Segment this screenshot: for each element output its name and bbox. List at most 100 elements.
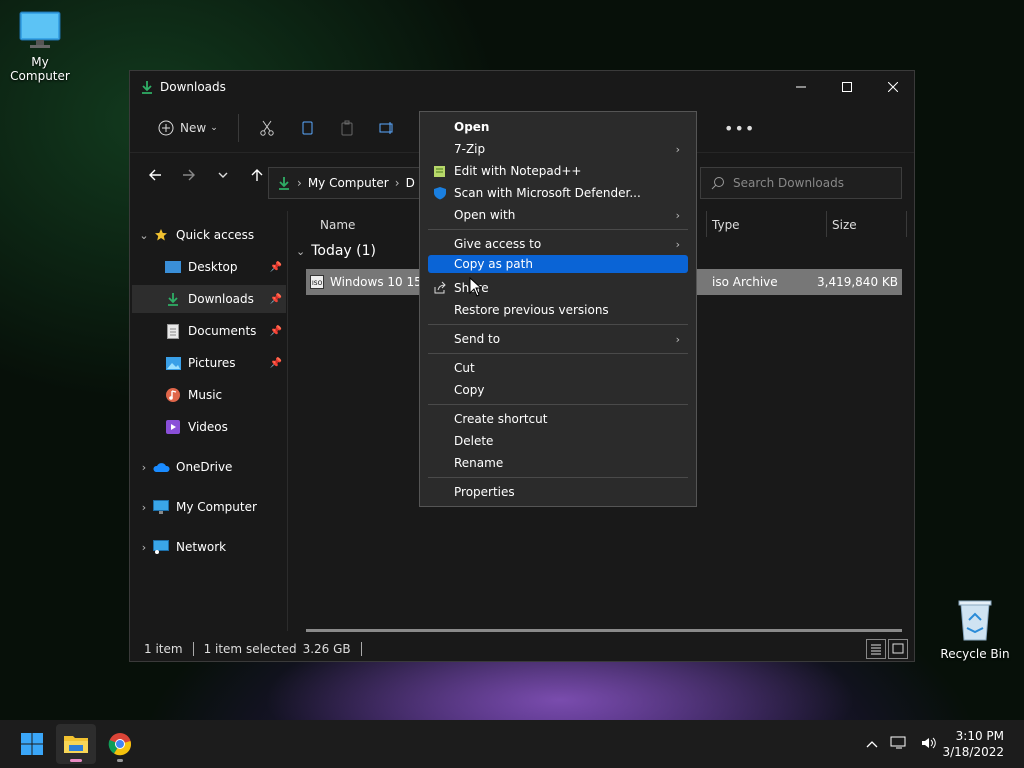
menu-item-cut[interactable]: Cut <box>428 357 688 379</box>
folder-icon <box>64 736 88 753</box>
sidebar-item-label: Downloads <box>188 292 254 306</box>
chevron-right-icon[interactable]: › <box>136 501 152 514</box>
file-type: iso Archive <box>712 275 778 289</box>
sidebar-item-documents[interactable]: Documents 📌 <box>164 317 286 345</box>
new-button[interactable]: New ⌄ <box>150 112 226 144</box>
recent-locations-button[interactable] <box>208 160 238 190</box>
menu-item-copy[interactable]: Copy <box>428 379 688 401</box>
column-header-size[interactable]: Size <box>832 213 902 237</box>
window-title: Downloads <box>160 80 226 94</box>
desktop-icon-label: My Computer <box>10 55 70 83</box>
download-icon <box>142 81 152 94</box>
sidebar-item-label: Quick access <box>176 228 255 242</box>
navigation-pane: ⌄ Quick access Desktop 📌 Downloads 📌 Doc… <box>130 211 288 631</box>
monitor-icon <box>19 11 61 48</box>
column-divider[interactable] <box>826 211 827 237</box>
sidebar-item-quick-access[interactable]: ⌄ Quick access <box>136 221 286 249</box>
menu-item-rename[interactable]: Rename <box>428 452 688 474</box>
menu-item-label: Cut <box>454 361 475 375</box>
maximize-icon <box>842 82 852 92</box>
menu-item-label: Copy as path <box>454 257 533 271</box>
breadcrumb-my-computer[interactable]: My Computer <box>308 176 389 190</box>
maximize-button[interactable] <box>824 71 870 103</box>
recycle-bin-icon <box>958 600 992 641</box>
breadcrumb-current[interactable]: D <box>406 176 415 190</box>
desktop-folder-icon <box>164 259 182 275</box>
picture-icon <box>164 355 182 371</box>
desktop-icon-recycle-bin[interactable]: Recycle Bin <box>935 598 1015 661</box>
address-bar[interactable]: › My Computer › D <box>268 167 438 199</box>
menu-item-delete[interactable]: Delete <box>428 430 688 452</box>
minimize-button[interactable] <box>778 71 824 103</box>
start-button[interactable] <box>12 724 52 764</box>
volume-icon[interactable] <box>920 736 938 753</box>
chevron-right-icon[interactable]: › <box>136 541 152 554</box>
column-divider[interactable] <box>706 211 707 237</box>
sidebar-item-onedrive[interactable]: › OneDrive <box>136 453 286 481</box>
horizontal-scrollbar[interactable] <box>306 629 902 632</box>
sidebar-item-my-computer[interactable]: › My Computer <box>136 493 286 521</box>
column-header-name[interactable]: Name <box>320 213 420 237</box>
copy-icon <box>302 121 313 134</box>
taskbar: 3:10 PM 3/18/2022 <box>0 720 1024 768</box>
menu-item-give-access[interactable]: Give access to › <box>428 233 688 255</box>
sidebar-item-music[interactable]: Music <box>164 381 286 409</box>
pin-icon: 📌 <box>269 325 282 337</box>
plus-circle-icon <box>158 120 174 135</box>
forward-button[interactable] <box>174 160 204 190</box>
menu-item-scan-defender[interactable]: Scan with Microsoft Defender... <box>428 182 688 204</box>
clock[interactable]: 3:10 PM 3/18/2022 <box>942 728 1004 760</box>
paste-button[interactable] <box>331 112 363 144</box>
group-header-today[interactable]: ⌄ Today (1) <box>296 243 376 259</box>
clock-time: 3:10 PM <box>955 729 1004 743</box>
menu-item-share[interactable]: Share <box>428 277 688 299</box>
cut-button[interactable] <box>251 112 283 144</box>
copy-button[interactable] <box>291 112 323 144</box>
pin-icon: 📌 <box>269 261 282 273</box>
chevron-right-icon: › <box>675 142 680 156</box>
tray-overflow-chevron-icon[interactable] <box>866 737 878 751</box>
search-box[interactable]: Search Downloads <box>700 167 902 199</box>
menu-item-edit-notepadpp[interactable]: Edit with Notepad++ <box>428 160 688 182</box>
menu-item-open[interactable]: Open <box>428 116 688 138</box>
sidebar-item-videos[interactable]: Videos <box>164 413 286 441</box>
taskbar-chrome[interactable] <box>100 724 140 764</box>
back-button[interactable] <box>140 160 170 190</box>
scissors-icon <box>260 120 274 136</box>
status-selected-size: 3.26 GB <box>302 642 351 656</box>
menu-item-send-to[interactable]: Send to › <box>428 328 688 350</box>
rename-button[interactable] <box>371 112 403 144</box>
menu-item-7zip[interactable]: 7-Zip › <box>428 138 688 160</box>
chevron-down-icon[interactable]: ⌄ <box>136 229 152 242</box>
sidebar-item-desktop[interactable]: Desktop 📌 <box>164 253 286 281</box>
menu-separator <box>428 353 688 354</box>
sidebar-item-network[interactable]: › Network <box>136 533 286 561</box>
menu-item-open-with[interactable]: Open with › <box>428 204 688 226</box>
arrow-left-icon <box>149 169 161 181</box>
column-divider[interactable] <box>906 211 907 237</box>
column-header-type[interactable]: Type <box>712 213 822 237</box>
see-more-button[interactable]: ••• <box>716 112 763 144</box>
menu-item-create-shortcut[interactable]: Create shortcut <box>428 408 688 430</box>
sidebar-item-label: Documents <box>188 324 257 338</box>
close-button[interactable] <box>870 71 916 103</box>
chevron-right-icon[interactable]: › <box>136 461 152 474</box>
chevron-down-icon: ⌄ <box>210 122 218 133</box>
details-view-button[interactable] <box>866 639 886 659</box>
desktop-icon-my-computer[interactable]: My Computer <box>0 10 80 83</box>
network-icon[interactable] <box>890 736 908 753</box>
menu-item-copy-as-path[interactable]: Copy as path <box>428 255 688 273</box>
taskbar-file-explorer[interactable] <box>56 724 96 764</box>
sidebar-item-label: OneDrive <box>176 460 233 474</box>
sidebar-item-pictures[interactable]: Pictures 📌 <box>164 349 286 377</box>
menu-item-label: Copy <box>454 383 485 397</box>
close-icon <box>888 82 898 92</box>
tiles-view-button[interactable] <box>888 639 908 659</box>
cloud-icon <box>152 459 170 475</box>
file-size: 3,419,840 KB <box>817 275 898 289</box>
menu-item-restore-versions[interactable]: Restore previous versions <box>428 299 688 321</box>
menu-item-properties[interactable]: Properties <box>428 481 688 503</box>
sidebar-item-downloads[interactable]: Downloads 📌 <box>132 285 286 313</box>
tiles-view-icon <box>892 643 904 654</box>
status-selected: 1 item selected <box>203 642 297 656</box>
